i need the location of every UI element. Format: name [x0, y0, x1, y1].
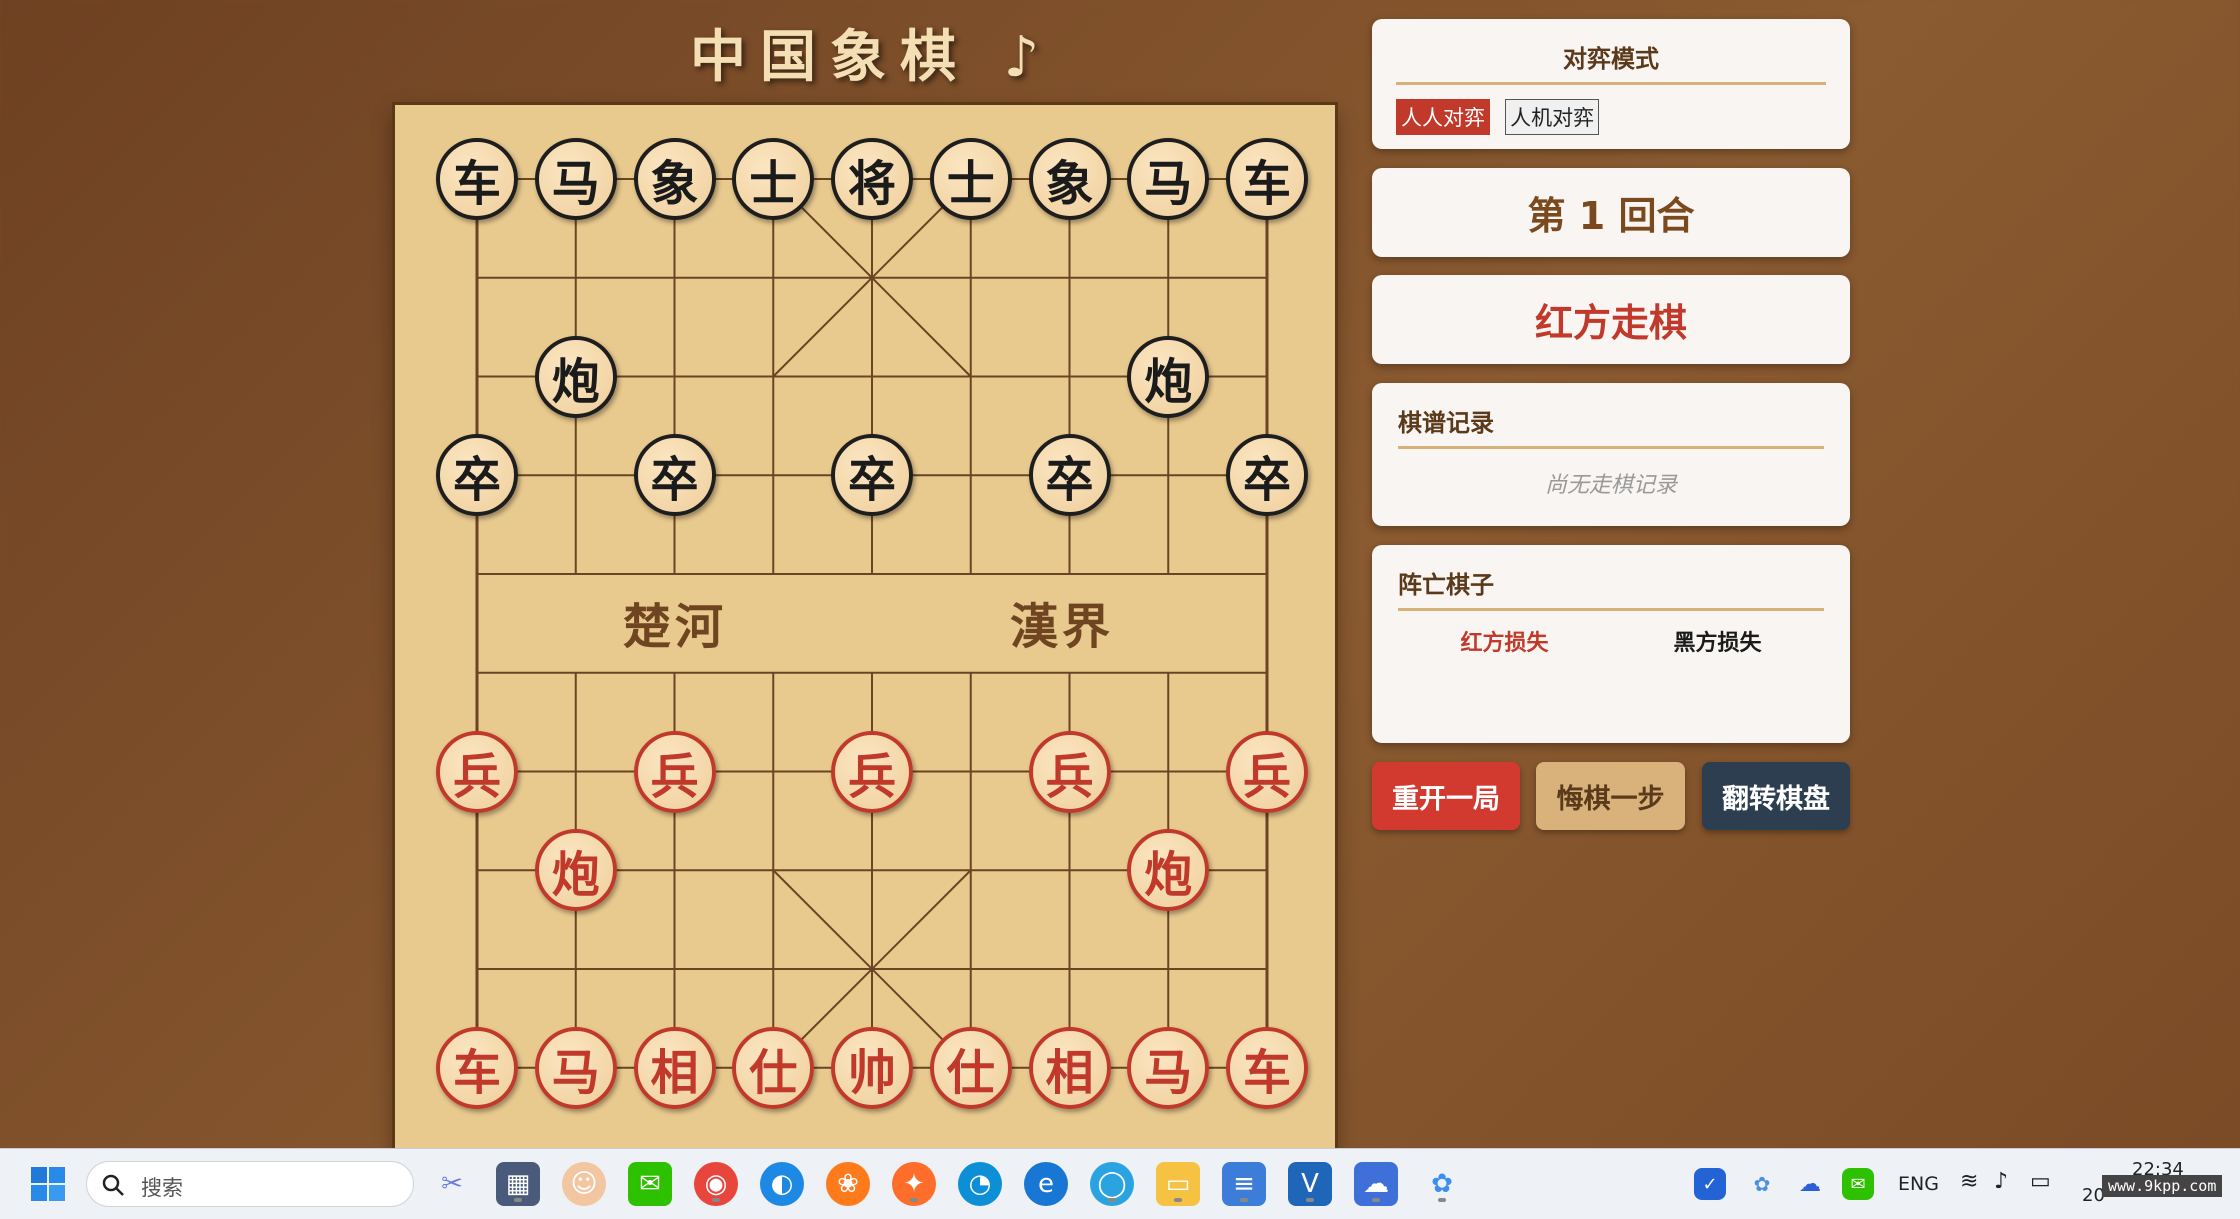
river-label-han: 漢界: [1010, 599, 1115, 655]
file-explorer-icon[interactable]: ▭: [1156, 1162, 1200, 1206]
chat-bubble-icon[interactable]: ◯: [1090, 1162, 1134, 1206]
black-loss-label: 黑方损失: [1673, 631, 1762, 656]
red-piece[interactable]: 炮: [1127, 829, 1210, 912]
red-piece[interactable]: 马: [534, 1026, 617, 1109]
avatar-app-icon[interactable]: ☺: [562, 1162, 606, 1206]
chrome-icon[interactable]: ◉: [694, 1162, 738, 1206]
river-label-chu: 楚河: [623, 599, 728, 655]
wechat-tray-icon[interactable]: ✉: [1842, 1168, 1874, 1200]
red-piece[interactable]: 兵: [1226, 730, 1308, 813]
black-piece[interactable]: 炮: [534, 335, 617, 418]
red-piece[interactable]: 帅: [831, 1026, 913, 1109]
red-piece[interactable]: 车: [1226, 1026, 1308, 1109]
restart-button[interactable]: 重开一局: [1372, 762, 1520, 830]
round-counter: 第 1 回合: [1527, 194, 1695, 238]
volume-icon[interactable]: ♪: [1994, 1169, 2008, 1194]
vscode-icon[interactable]: V: [1288, 1162, 1332, 1206]
black-piece[interactable]: 马: [534, 138, 617, 220]
black-piece[interactable]: 卒: [831, 434, 913, 517]
record-panel-heading: 棋谱记录: [1398, 403, 1824, 449]
taskbar-search-box[interactable]: 搜索: [86, 1161, 414, 1207]
red-piece[interactable]: 相: [633, 1026, 716, 1109]
cloud-tray-icon[interactable]: ☁: [1794, 1168, 1826, 1200]
black-piece[interactable]: 车: [1226, 138, 1308, 220]
red-piece[interactable]: 炮: [534, 829, 617, 912]
black-piece[interactable]: 士: [732, 138, 815, 220]
mode-panel: 对弈模式 人人对弈 人机对弈: [1372, 19, 1850, 149]
page-title: 中国象棋 ♪: [690, 25, 1054, 90]
mode-pve-button[interactable]: 人机对弈: [1505, 99, 1600, 135]
black-piece[interactable]: 卒: [1226, 434, 1308, 517]
red-piece[interactable]: 仕: [732, 1026, 815, 1109]
battery-icon[interactable]: ▭: [2030, 1169, 2051, 1194]
record-empty-text: 尚无走棋记录: [1544, 473, 1677, 498]
turn-panel: 红方走棋: [1372, 275, 1850, 364]
black-piece[interactable]: 卒: [633, 434, 716, 517]
security-tray-icon[interactable]: ✓: [1694, 1168, 1726, 1200]
red-piece[interactable]: 马: [1127, 1026, 1210, 1109]
wifi-icon[interactable]: ≋: [1960, 1169, 1978, 1194]
red-piece[interactable]: 兵: [831, 730, 913, 813]
taskbar: 搜索 ✂ ▦ ☺ ✉ ◉ ◐ ❀ ✦ ◔ e ◯ ▭ ≡ V ☁ ✿ ✓ ✿ ☁…: [0, 1148, 2240, 1219]
red-piece[interactable]: 车: [436, 1026, 518, 1109]
wechat-icon[interactable]: ✉: [628, 1162, 672, 1206]
black-piece[interactable]: 象: [633, 138, 716, 220]
notepad-icon[interactable]: ≡: [1222, 1162, 1266, 1206]
red-piece[interactable]: 相: [1028, 1026, 1111, 1109]
captured-panel: 阵亡棋子 红方损失 黑方损失: [1372, 545, 1850, 743]
turn-indicator: 红方走棋: [1534, 301, 1687, 345]
record-panel: 棋谱记录 尚无走棋记录: [1372, 383, 1850, 526]
search-placeholder: 搜索: [141, 1176, 183, 1200]
black-piece[interactable]: 卒: [1028, 434, 1111, 517]
black-piece[interactable]: 炮: [1127, 335, 1210, 418]
black-piece[interactable]: 车: [436, 138, 518, 220]
firefox-icon[interactable]: ✦: [892, 1162, 936, 1206]
round-panel: 第 1 回合: [1372, 168, 1850, 257]
black-piece[interactable]: 象: [1028, 138, 1111, 220]
mode-panel-heading: 对弈模式: [1396, 39, 1826, 85]
red-piece[interactable]: 兵: [633, 730, 716, 813]
browser-icon[interactable]: ◐: [760, 1162, 804, 1206]
uc-browser-icon[interactable]: ❀: [826, 1162, 870, 1206]
black-piece[interactable]: 马: [1127, 138, 1210, 220]
board-grid: [475, 178, 1269, 1069]
mode-pvp-button[interactable]: 人人对弈: [1396, 99, 1490, 135]
black-piece[interactable]: 士: [929, 138, 1012, 220]
snipping-tool-icon[interactable]: ✂: [430, 1162, 474, 1206]
input-language[interactable]: ENG: [1898, 1173, 1939, 1195]
red-piece[interactable]: 仕: [929, 1026, 1012, 1109]
captured-panel-heading: 阵亡棋子: [1398, 565, 1824, 611]
red-loss-label: 红方损失: [1460, 631, 1549, 656]
edge-icon[interactable]: ◔: [958, 1162, 1002, 1206]
start-icon[interactable]: [26, 1162, 70, 1206]
chess-board[interactable]: 楚河 漢界 车马象士将士象马车炮炮卒卒卒卒卒兵兵兵兵兵炮炮车马相仕帅仕相马车: [395, 105, 1335, 1150]
flower-tray-icon[interactable]: ✿: [1746, 1168, 1778, 1200]
search-icon: [102, 1174, 124, 1196]
flower-app-icon[interactable]: ✿: [1420, 1162, 1464, 1206]
black-piece[interactable]: 卒: [436, 434, 518, 517]
flip-board-button[interactable]: 翻转棋盘: [1702, 762, 1850, 830]
black-piece[interactable]: 将: [831, 138, 913, 220]
ie-icon[interactable]: e: [1024, 1162, 1068, 1206]
red-piece[interactable]: 兵: [436, 730, 518, 813]
calculator-icon[interactable]: ▦: [496, 1162, 540, 1206]
cloud-app-icon[interactable]: ☁: [1354, 1162, 1398, 1206]
red-piece[interactable]: 兵: [1028, 730, 1111, 813]
watermark: www.9kpp.com: [2102, 1175, 2223, 1197]
undo-button[interactable]: 悔棋一步: [1536, 762, 1685, 830]
